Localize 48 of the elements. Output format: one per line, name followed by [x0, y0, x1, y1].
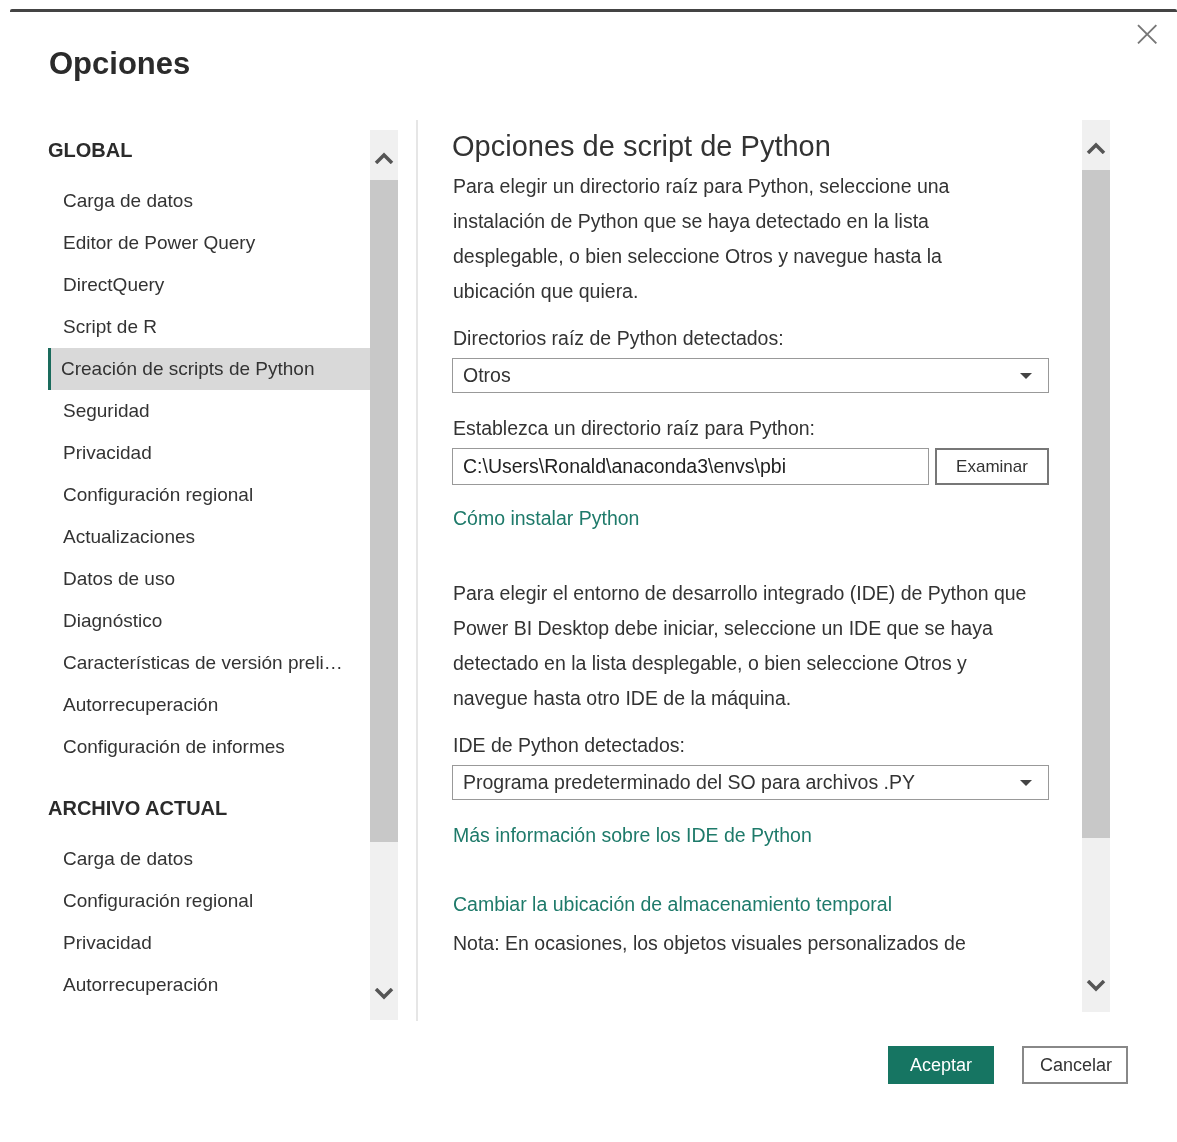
caret-icon: [1020, 779, 1032, 786]
sidebar-item[interactable]: Privacidad: [48, 432, 370, 474]
section-heading: Opciones de script de Python: [452, 130, 832, 163]
sidebar-item[interactable]: Configuración de informes: [48, 726, 370, 768]
input-field[interactable]: C:\Users\Ronald\anaconda3\envs\pbi: [452, 448, 929, 485]
caret-icon: [1020, 372, 1032, 379]
link[interactable]: Más información sobre los IDE de Python: [453, 824, 812, 847]
scrollbar-thumb[interactable]: [1082, 170, 1110, 838]
scrollbar[interactable]: [370, 130, 398, 1020]
scrollbar-thumb[interactable]: [370, 180, 398, 842]
field-label: IDE de Python detectados:: [453, 734, 686, 757]
scrollbar[interactable]: [1082, 120, 1110, 1012]
sidebar-item[interactable]: Seguridad: [48, 390, 370, 432]
dropdown[interactable]: Programa predeterminado del SO para archivos .PY: [452, 765, 1049, 800]
sidebar-item[interactable]: Configuración regional: [48, 880, 370, 922]
sidebar-item[interactable]: Datos de uso: [48, 558, 370, 600]
paragraph: Para elegir un directorio raíz para Python, seleccione una instalación de Python que se haya detectado en la lista desplegable, o bien seleccione Otros y navegue hasta la ubicación que quiera.: [453, 174, 951, 304]
sidebar-item[interactable]: Carga de datos: [48, 838, 370, 880]
field-label: Directorios raíz de Python detectados:: [453, 327, 785, 350]
paragraph: Nota: En ocasiones, los objetos visuales personalizados de: [453, 931, 967, 956]
section-header: ARCHIVO ACTUAL: [48, 796, 229, 821]
cancel-button[interactable]: Cancelar: [1022, 1046, 1128, 1084]
paragraph: Para elegir el entorno de desarrollo integrado (IDE) de Python que Power BI Desktop debe iniciar, seleccione un IDE que se haya detectado en la lista desplegable, o bien seleccione Otros y navegue hasta otro IDE de la máquina.: [453, 581, 1028, 711]
ok-button[interactable]: Aceptar: [888, 1046, 994, 1084]
dropdown[interactable]: Otros: [452, 358, 1049, 393]
chevron-down-icon[interactable]: [374, 988, 394, 1000]
sidebar-item[interactable]: Autorrecuperación: [48, 684, 370, 726]
chevron-up-icon[interactable]: [374, 152, 394, 164]
sidebar-item[interactable]: DirectQuery: [48, 264, 370, 306]
sidebar-item[interactable]: Autorrecuperación: [48, 964, 370, 1006]
sidebar-item[interactable]: Configuración regional: [48, 474, 370, 516]
sidebar-item[interactable]: Características de versión preli…: [48, 642, 370, 684]
browse-button[interactable]: Examinar: [935, 448, 1049, 485]
chevron-down-icon[interactable]: [1086, 980, 1106, 992]
field-label: Establezca un directorio raíz para Python:: [453, 417, 817, 440]
sidebar-item[interactable]: Actualizaciones: [48, 516, 370, 558]
sidebar-item[interactable]: Privacidad: [48, 922, 370, 964]
link[interactable]: Cambiar la ubicación de almacenamiento temporal: [453, 893, 892, 916]
sidebar-item[interactable]: Diagnóstico: [48, 600, 370, 642]
sidebar-item[interactable]: Creación de scripts de Python: [48, 348, 370, 390]
link[interactable]: Cómo instalar Python: [453, 507, 640, 530]
close-button[interactable]: ×: [1131, 14, 1163, 52]
section-header: GLOBAL: [48, 138, 134, 163]
chevron-up-icon[interactable]: [1086, 142, 1106, 154]
sidebar-item[interactable]: Script de R: [48, 306, 370, 348]
sidebar-item[interactable]: Carga de datos: [48, 180, 370, 222]
sidebar-item[interactable]: Editor de Power Query: [48, 222, 370, 264]
dialog-title: Opciones: [49, 46, 191, 82]
